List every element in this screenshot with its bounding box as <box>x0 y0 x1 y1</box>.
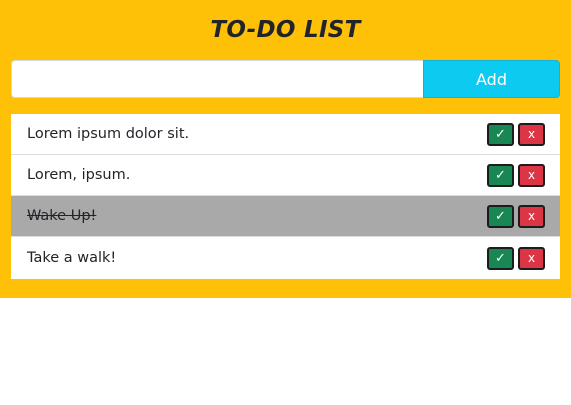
todo-item: Take a walk! ✓ x <box>11 237 560 279</box>
delete-button[interactable]: x <box>518 204 545 228</box>
add-todo-form: Add <box>11 60 560 98</box>
complete-button[interactable]: ✓ <box>487 122 514 146</box>
todo-list: Lorem ipsum dolor sit. ✓ x Lorem, ipsum.… <box>11 114 560 279</box>
todo-input[interactable] <box>11 60 423 98</box>
complete-button[interactable]: ✓ <box>487 163 514 187</box>
todo-item-text: Lorem ipsum dolor sit. <box>27 126 190 142</box>
todo-item: Wake Up! ✓ x <box>11 196 560 237</box>
complete-button[interactable]: ✓ <box>487 204 514 228</box>
todo-item: Lorem, ipsum. ✓ x <box>11 155 560 196</box>
complete-button[interactable]: ✓ <box>487 246 514 270</box>
todo-app: TO-DO LIST Add Lorem ipsum dolor sit. ✓ … <box>0 0 571 298</box>
add-button[interactable]: Add <box>423 60 560 98</box>
todo-item-text: Lorem, ipsum. <box>27 167 131 183</box>
page-title: TO-DO LIST <box>210 17 361 43</box>
delete-button[interactable]: x <box>518 246 545 270</box>
todo-item: Lorem ipsum dolor sit. ✓ x <box>11 114 560 155</box>
delete-button[interactable]: x <box>518 163 545 187</box>
delete-button[interactable]: x <box>518 122 545 146</box>
todo-item-text: Take a walk! <box>27 250 117 266</box>
todo-item-text: Wake Up! <box>27 208 97 224</box>
